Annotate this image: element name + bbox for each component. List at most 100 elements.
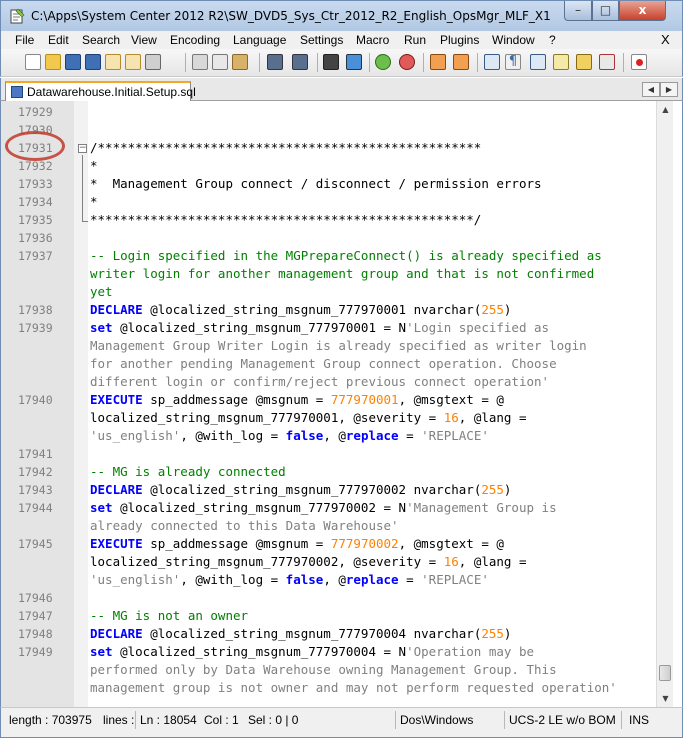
- code-line[interactable]: localized_string_msgnum_777970001, @seve…: [1, 409, 656, 427]
- code-line[interactable]: already connected to this Data Warehouse…: [1, 517, 656, 535]
- sync-h-icon[interactable]: [453, 54, 469, 70]
- code-line[interactable]: for another pending Management Group con…: [1, 355, 656, 373]
- menu-window[interactable]: Window: [492, 33, 535, 47]
- code-line[interactable]: 17935 ***********************************…: [1, 211, 656, 229]
- status-selection: Sel : 0 | 0: [248, 713, 299, 727]
- redo-icon[interactable]: [292, 54, 308, 70]
- code-line[interactable]: 17933 * Management Group connect / discon…: [1, 175, 656, 193]
- code-line[interactable]: 17946: [1, 589, 656, 607]
- fold-guide-line: [82, 155, 83, 221]
- file-saved-icon: [11, 86, 23, 98]
- code-line[interactable]: 17936: [1, 229, 656, 247]
- code-line[interactable]: 17949 set @localized_string_msgnum_777970…: [1, 643, 656, 661]
- menu-view[interactable]: View: [131, 33, 157, 47]
- menu-help[interactable]: ?: [549, 33, 556, 47]
- close-window-button[interactable]: x: [619, 1, 666, 21]
- code-line[interactable]: yet: [1, 283, 656, 301]
- zoom-out-icon[interactable]: [399, 54, 415, 70]
- code-editor[interactable]: 17929 17930 17931/************************…: [0, 101, 683, 707]
- show-all-chars-icon[interactable]: ¶: [505, 54, 521, 70]
- maximize-button[interactable]: □: [592, 1, 619, 21]
- indent-guide-icon[interactable]: [530, 54, 546, 70]
- close-all-icon[interactable]: [125, 54, 141, 70]
- cut-icon[interactable]: [192, 54, 208, 70]
- code-line[interactable]: management group is not owner and may no…: [1, 679, 656, 697]
- code-line[interactable]: performed only by Data Warehouse owning …: [1, 661, 656, 679]
- scrollbar-thumb[interactable]: [659, 665, 671, 681]
- minimize-button[interactable]: –: [564, 1, 592, 21]
- code-token: 'REPLACE': [421, 428, 489, 443]
- code-line[interactable]: 17932 *: [1, 157, 656, 175]
- tab-document[interactable]: Datawarehouse.Initial.Setup.sql: [5, 81, 196, 101]
- code-line[interactable]: different login or confirm/reject previo…: [1, 373, 656, 391]
- menu-file[interactable]: File: [15, 33, 34, 47]
- copy-icon[interactable]: [212, 54, 228, 70]
- menu-encoding[interactable]: Encoding: [170, 33, 220, 47]
- code-line[interactable]: 17945 EXECUTE sp_addmessage @msgnum = 777…: [1, 535, 656, 553]
- status-insert-mode[interactable]: INS: [629, 713, 649, 727]
- code-line[interactable]: 17942 -- MG is already connected: [1, 463, 656, 481]
- code-token: -- MG is already connected: [90, 464, 286, 479]
- code-line[interactable]: 17940 EXECUTE sp_addmessage @msgnum = 777…: [1, 391, 656, 409]
- code-line[interactable]: 17944 set @localized_string_msgnum_777970…: [1, 499, 656, 517]
- close-document-button[interactable]: X: [661, 32, 670, 47]
- scroll-up-icon[interactable]: ▲: [657, 101, 674, 118]
- record-macro-icon[interactable]: [631, 54, 647, 70]
- folder-workspace-icon[interactable]: [599, 54, 615, 70]
- tab-scroll-left-button[interactable]: ◀: [642, 82, 660, 97]
- code-line[interactable]: 17938 DECLARE @localized_string_msgnum_77…: [1, 301, 656, 319]
- code-line[interactable]: 17939 set @localized_string_msgnum_777970…: [1, 319, 656, 337]
- menu-language[interactable]: Language: [233, 33, 286, 47]
- status-bar: length : 703975 lines : Ln : 18054 Col :…: [0, 707, 683, 738]
- code-line[interactable]: 17941: [1, 445, 656, 463]
- vertical-scrollbar[interactable]: ▲ ▼: [656, 101, 673, 707]
- tab-scroll-right-button[interactable]: ▶: [660, 82, 678, 97]
- fold-toggle-icon[interactable]: −: [78, 144, 87, 153]
- menu-bar: File Edit Search View Encoding Language …: [0, 31, 683, 49]
- code-line[interactable]: 17947 -- MG is not an owner: [1, 607, 656, 625]
- zoom-in-icon[interactable]: [375, 54, 391, 70]
- status-eol-format[interactable]: Dos\Windows: [400, 713, 473, 727]
- code-token: 777970001: [330, 392, 399, 407]
- code-line[interactable]: 17931/**********************************…: [1, 139, 656, 157]
- code-line[interactable]: localized_string_msgnum_777970002, @seve…: [1, 553, 656, 571]
- word-wrap-icon[interactable]: [484, 54, 500, 70]
- code-token: @localized_string_msgnum_777970002 nvarc…: [142, 482, 482, 497]
- menu-edit[interactable]: Edit: [48, 33, 69, 47]
- code-token: writer login for another management grou…: [90, 266, 595, 281]
- undo-icon[interactable]: [267, 54, 283, 70]
- status-length: length : 703975: [9, 713, 92, 727]
- code-line[interactable]: 17943 DECLARE @localized_string_msgnum_77…: [1, 481, 656, 499]
- code-token: DECLARE: [90, 626, 143, 641]
- function-list-icon[interactable]: [576, 54, 592, 70]
- code-line[interactable]: 17929: [1, 103, 656, 121]
- code-line[interactable]: 17948 DECLARE @localized_string_msgnum_77…: [1, 625, 656, 643]
- code-line[interactable]: 17930: [1, 121, 656, 139]
- new-file-icon[interactable]: [25, 54, 41, 70]
- print-icon[interactable]: [145, 54, 161, 70]
- code-line[interactable]: 17937 -- Login specified in the MGPrepare…: [1, 247, 656, 265]
- doc-map-icon[interactable]: [553, 54, 569, 70]
- code-line[interactable]: writer login for another management grou…: [1, 265, 656, 283]
- code-line[interactable]: 'us_english', @with_log = false, @replac…: [1, 571, 656, 589]
- replace-icon[interactable]: [346, 54, 362, 70]
- menu-settings[interactable]: Settings: [300, 33, 343, 47]
- code-token: @localized_string_msgnum_777970002 = N: [112, 500, 407, 515]
- save-icon[interactable]: [65, 54, 81, 70]
- menu-plugins[interactable]: Plugins: [440, 33, 479, 47]
- code-line[interactable]: 17934 *: [1, 193, 656, 211]
- menu-run[interactable]: Run: [404, 33, 426, 47]
- menu-search[interactable]: Search: [82, 33, 120, 47]
- code-line[interactable]: 'us_english', @with_log = false, @replac…: [1, 427, 656, 445]
- open-file-icon[interactable]: [45, 54, 61, 70]
- sync-v-icon[interactable]: [430, 54, 446, 70]
- menu-macro[interactable]: Macro: [356, 33, 389, 47]
- scroll-down-icon[interactable]: ▼: [657, 690, 674, 707]
- paste-icon[interactable]: [232, 54, 248, 70]
- save-all-icon[interactable]: [85, 54, 101, 70]
- status-encoding[interactable]: UCS-2 LE w/o BOM: [509, 713, 616, 727]
- line-number: 17934: [18, 195, 53, 209]
- find-icon[interactable]: [323, 54, 339, 70]
- code-line[interactable]: Management Group Writer Login is already…: [1, 337, 656, 355]
- close-icon[interactable]: [105, 54, 121, 70]
